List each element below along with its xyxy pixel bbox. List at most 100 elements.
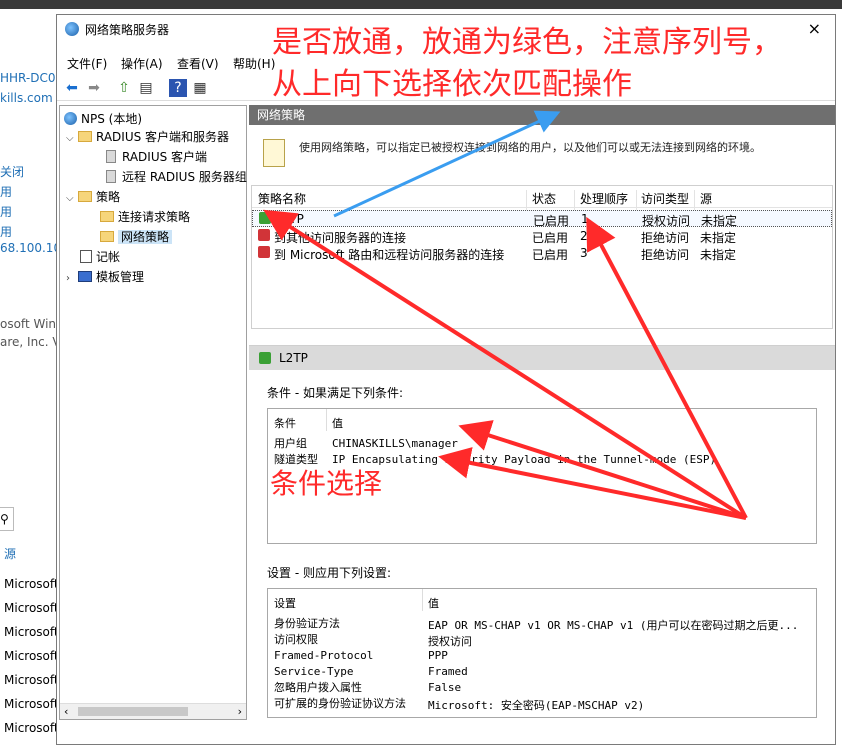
conditions-title: 条件 - 如果满足下列条件: bbox=[267, 386, 404, 400]
list-item[interactable]: Microsoft bbox=[4, 577, 56, 591]
value-col-header: 值 bbox=[332, 417, 343, 430]
list-item[interactable]: Microsoft bbox=[4, 601, 56, 615]
tree-item-connection-policies[interactable]: 连接请求策略 bbox=[100, 208, 190, 226]
tree-item-nps-root[interactable]: NPS (本地) bbox=[64, 110, 142, 128]
setting-value: PPP bbox=[428, 649, 448, 662]
accounting-icon bbox=[80, 250, 92, 263]
col-status[interactable]: 状态 bbox=[532, 190, 556, 207]
list-item[interactable]: Microsoft bbox=[4, 673, 56, 687]
table-row[interactable]: 到其他访问服务器的连接 已启用 2 拒绝访问 未指定 bbox=[252, 228, 832, 245]
list-item[interactable]: Microsoft bbox=[4, 625, 56, 639]
tree-item-remote-radius[interactable]: 远程 RADIUS 服务器组 bbox=[106, 168, 247, 186]
server-icon bbox=[106, 170, 116, 183]
show-hide-tree-icon[interactable]: ▤ bbox=[137, 79, 155, 97]
back-arrow-icon[interactable]: ⬅ bbox=[63, 79, 81, 97]
setting-name: 访问权限 bbox=[274, 633, 318, 646]
setting-name: 可扩展的身份验证协议方法 bbox=[274, 697, 406, 710]
bg-text: 68.100.100 bbox=[0, 241, 56, 255]
cond-col-header: 条件 bbox=[274, 417, 296, 430]
col-source[interactable]: 源 bbox=[700, 190, 712, 207]
menu-view[interactable]: 查看(V) bbox=[177, 55, 219, 72]
tree-item-templates[interactable]: › 模板管理 bbox=[66, 268, 144, 286]
pane-header: 网络策略 bbox=[249, 105, 835, 125]
list-item[interactable]: Microsoft bbox=[4, 721, 56, 735]
setting-value: 授权访问 bbox=[428, 635, 472, 648]
table-row[interactable]: 到 Microsoft 路由和远程访问服务器的连接 已启用 3 拒绝访问 未指定 bbox=[252, 245, 832, 262]
scroll-right-icon[interactable]: › bbox=[238, 705, 242, 718]
open-folder-icon bbox=[100, 231, 114, 242]
condition-name: 隧道类型 bbox=[274, 453, 318, 466]
scroll-thumb[interactable] bbox=[78, 707, 188, 716]
help-icon[interactable]: ? bbox=[169, 79, 187, 97]
col-order[interactable]: 处理顺序 bbox=[580, 190, 628, 207]
condition-value: CHINASKILLS\manager bbox=[332, 437, 458, 450]
folder-icon bbox=[78, 191, 92, 202]
col-name[interactable]: 策略名称 bbox=[258, 190, 306, 207]
bg-link[interactable]: 关闭 bbox=[0, 163, 56, 180]
note-icon bbox=[263, 139, 285, 167]
bg-link[interactable]: 用 bbox=[0, 203, 56, 220]
scroll-left-icon[interactable]: ‹ bbox=[64, 705, 68, 718]
pane-description: 使用网络策略，可以指定已被授权连接到网络的用户，以及他们可以或无法连接到网络的环… bbox=[257, 133, 827, 173]
folder-icon bbox=[78, 131, 92, 142]
close-button[interactable]: × bbox=[808, 19, 821, 38]
screen: HHR-DC0 kills.com 关闭 用 用 用 68.100.100 os… bbox=[0, 0, 842, 753]
bg-link[interactable]: 用 bbox=[0, 223, 56, 240]
nps-icon bbox=[64, 112, 77, 125]
search-icon[interactable]: ⚲ bbox=[0, 507, 14, 531]
menu-help[interactable]: 帮助(H) bbox=[233, 55, 275, 72]
results-pane: 网络策略 使用网络策略，可以指定已被授权连接到网络的用户，以及他们可以或无法连接… bbox=[249, 105, 835, 720]
list-item[interactable]: Microsoft bbox=[4, 697, 56, 711]
policy-details: L2TP 条件 - 如果满足下列条件: 条件 值 用户组 CHINASKILLS… bbox=[249, 345, 835, 720]
policy-deny-icon bbox=[258, 246, 270, 258]
annotation-top-line1: 是否放通，放通为绿色，注意序列号， bbox=[272, 25, 782, 60]
properties-icon[interactable]: ▦ bbox=[191, 79, 209, 97]
annotation-top-line2: 从上向下选择依次匹配操作 bbox=[272, 67, 632, 102]
col-access[interactable]: 访问类型 bbox=[641, 190, 689, 207]
tree-item-network-policies[interactable]: 网络策略 bbox=[100, 228, 173, 246]
top-dark-strip bbox=[0, 0, 842, 9]
folder-icon bbox=[100, 211, 114, 222]
window-title: 网络策略服务器 bbox=[85, 23, 170, 37]
setting-col-header: 设置 bbox=[274, 597, 296, 610]
tree-item-policies[interactable]: ⌵ 策略 bbox=[66, 188, 120, 206]
tree-item-radius-clients[interactable]: RADIUS 客户端 bbox=[106, 148, 207, 166]
policy-deny-icon bbox=[258, 229, 270, 241]
up-folder-icon[interactable]: ⇧ bbox=[115, 79, 133, 97]
background-window-right bbox=[836, 9, 842, 753]
policy-enabled-icon bbox=[259, 212, 271, 224]
settings-box: 设置 值 身份验证方法 EAP OR MS-CHAP v1 OR MS-CHAP… bbox=[267, 588, 817, 718]
setting-value: Microsoft: 安全密码(EAP-MSCHAP v2) bbox=[428, 699, 645, 712]
condition-name: 用户组 bbox=[274, 437, 307, 450]
value-col-header: 值 bbox=[428, 597, 439, 610]
bg-link[interactable]: 用 bbox=[0, 183, 56, 200]
chevron-down-icon[interactable]: ⌵ bbox=[66, 130, 78, 148]
setting-name: 身份验证方法 bbox=[274, 617, 340, 630]
menu-file[interactable]: 文件(F) bbox=[67, 55, 107, 72]
tree-horizontal-scrollbar[interactable]: ‹ › bbox=[60, 703, 246, 719]
bg-text: HHR-DC0 bbox=[0, 71, 56, 85]
bg-text: osoft Wind bbox=[0, 317, 56, 331]
tree-item-accounting[interactable]: 记帐 bbox=[80, 248, 120, 266]
setting-name: Framed-Protocol bbox=[274, 649, 374, 662]
condition-value: IP Encapsulating Security Payload in the… bbox=[332, 453, 717, 466]
policy-list-header: 策略名称 状态 处理顺序 访问类型 源 bbox=[252, 186, 832, 212]
tree-item-radius-group[interactable]: ⌵ RADIUS 客户端和服务器 bbox=[66, 128, 229, 146]
setting-value: False bbox=[428, 681, 462, 694]
list-item[interactable]: Microsoft bbox=[4, 649, 56, 663]
console-tree: NPS (本地) ⌵ RADIUS 客户端和服务器 RADIUS 客户端 远程 R… bbox=[59, 105, 247, 720]
bg-text: are, Inc. VI bbox=[0, 335, 56, 349]
annotation-condition: 条件选择 bbox=[270, 467, 383, 500]
menu-action[interactable]: 操作(A) bbox=[121, 55, 163, 72]
forward-arrow-icon[interactable]: ➡ bbox=[85, 79, 103, 97]
policy-enabled-icon bbox=[259, 352, 271, 364]
background-window: HHR-DC0 kills.com 关闭 用 用 用 68.100.100 os… bbox=[0, 9, 56, 753]
settings-title: 设置 - 则应用下列设置: bbox=[267, 566, 392, 580]
policy-list: 策略名称 状态 处理顺序 访问类型 源 L2TP 已启用 1 授权访问 未指定 … bbox=[251, 185, 833, 329]
chevron-down-icon[interactable]: ⌵ bbox=[66, 190, 78, 208]
table-row[interactable]: L2TP 已启用 1 授权访问 未指定 bbox=[252, 210, 832, 228]
chevron-right-icon[interactable]: › bbox=[66, 270, 78, 288]
setting-name: 忽略用户拨入属性 bbox=[274, 681, 362, 694]
bg-text: kills.com bbox=[0, 91, 53, 105]
setting-name: Service-Type bbox=[274, 665, 354, 678]
